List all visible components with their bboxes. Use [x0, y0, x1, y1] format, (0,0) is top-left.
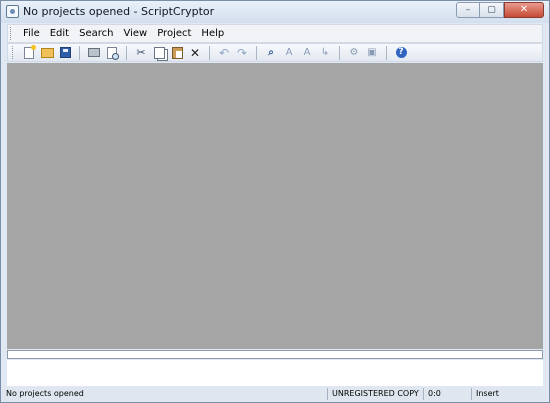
- toolbar-separator: [339, 45, 340, 60]
- toolbar: ✂ ✕ ↶ ↷ ⌕ A A ↳ ⚙ ▣ ?: [7, 43, 543, 62]
- app-icon[interactable]: [6, 5, 19, 18]
- goto-icon[interactable]: ↳: [317, 45, 333, 61]
- menu-search[interactable]: Search: [74, 28, 118, 39]
- app-window: No projects opened - ScriptCryptor – ▢ ✕…: [0, 0, 550, 403]
- menu-bar: File Edit Search View Project Help: [7, 24, 543, 43]
- toolbar-grip[interactable]: [12, 46, 16, 59]
- paste-button[interactable]: [169, 45, 185, 61]
- title-bar[interactable]: No projects opened - ScriptCryptor – ▢ ✕: [1, 1, 549, 23]
- compile-icon[interactable]: ⚙: [346, 45, 362, 61]
- toolbar-separator: [386, 45, 387, 60]
- help-icon: ?: [395, 47, 407, 58]
- print-preview-button[interactable]: [104, 45, 120, 61]
- new-icon: [24, 44, 36, 59]
- toolbar-separator: [256, 45, 257, 60]
- open-button[interactable]: [39, 45, 55, 61]
- replace-icon[interactable]: A: [299, 45, 315, 61]
- toolbar-separator: [209, 45, 210, 60]
- mdi-workspace[interactable]: [7, 63, 543, 349]
- menu-help[interactable]: Help: [196, 28, 229, 39]
- menu-grip[interactable]: [10, 27, 14, 40]
- edit-mode: Insert: [476, 389, 499, 398]
- menu-view[interactable]: View: [118, 28, 152, 39]
- caption-buttons: – ▢ ✕: [456, 2, 544, 19]
- copy-icon: [153, 46, 165, 59]
- toolbar-separator: [126, 45, 127, 60]
- cursor-position: 0:0: [424, 388, 472, 400]
- copy-button[interactable]: [151, 45, 167, 61]
- redo-icon[interactable]: ↷: [234, 45, 250, 61]
- save-button[interactable]: [57, 45, 73, 61]
- print-icon: [88, 48, 100, 57]
- menu-file[interactable]: File: [18, 28, 45, 39]
- print-preview-icon: [107, 46, 119, 60]
- print-button[interactable]: [86, 45, 102, 61]
- undo-icon[interactable]: ↶: [216, 45, 232, 61]
- new-button[interactable]: [21, 44, 37, 61]
- close-button[interactable]: ✕: [504, 2, 544, 18]
- output-header-field[interactable]: [7, 350, 543, 359]
- open-icon: [40, 47, 54, 58]
- menu-project[interactable]: Project: [152, 28, 196, 39]
- save-icon: [59, 47, 71, 58]
- delete-icon[interactable]: ✕: [187, 45, 203, 61]
- status-message: No projects opened: [2, 388, 328, 400]
- cut-icon[interactable]: ✂: [133, 45, 149, 61]
- minimize-button[interactable]: –: [456, 2, 480, 18]
- menu-edit[interactable]: Edit: [45, 28, 74, 39]
- find-next-icon[interactable]: A: [281, 45, 297, 61]
- find-icon[interactable]: ⌕: [263, 45, 279, 61]
- output-panel[interactable]: [7, 360, 543, 386]
- toolbar-separator: [79, 45, 80, 60]
- status-bar: No projects opened UNREGISTERED COPY 0:0…: [2, 387, 548, 401]
- registration-status: UNREGISTERED COPY: [328, 388, 424, 400]
- help-button[interactable]: ?: [393, 45, 409, 61]
- maximize-button[interactable]: ▢: [480, 2, 504, 18]
- window-title: No projects opened - ScriptCryptor: [23, 5, 215, 18]
- paste-icon: [171, 46, 183, 59]
- project-options-icon[interactable]: ▣: [364, 45, 380, 61]
